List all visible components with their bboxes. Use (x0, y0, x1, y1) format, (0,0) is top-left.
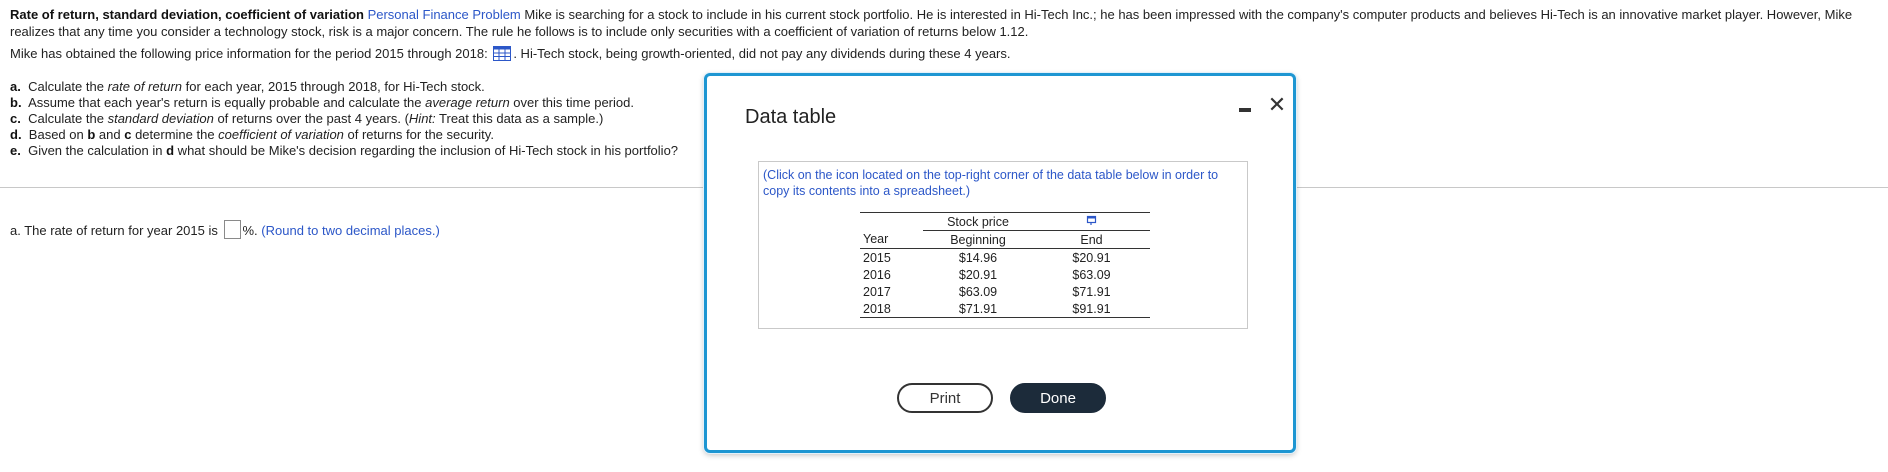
answer-prefix: a. The rate of return for year 2015 is (10, 223, 218, 238)
copy-instruction: (Click on the icon located on the top-ri… (763, 168, 1219, 198)
col-end-header: End (1033, 230, 1150, 249)
task-c: c. Calculate the standard deviation of r… (10, 111, 604, 126)
data-table-icon[interactable] (493, 46, 512, 61)
data-panel: (Click on the icon located on the top-ri… (758, 161, 1248, 329)
dialog-title: Data table (745, 106, 837, 128)
problem-intro: Rate of return, standard deviation, coef… (10, 6, 1870, 40)
done-button[interactable]: Done (1010, 383, 1106, 413)
col-beginning-header: Beginning (923, 230, 1033, 249)
price-info-text: Mike has obtained the following price in… (10, 46, 488, 61)
table-row: 2017 $63.09 $71.91 (863, 284, 1111, 299)
source-link[interactable]: Personal Finance Problem (368, 7, 521, 22)
close-icon[interactable]: ✕ (1266, 93, 1288, 117)
task-a: a. Calculate the rate of return for each… (10, 79, 485, 94)
answer-suffix: %. (242, 223, 258, 238)
intro-text-1: Mike is searching for a stock to include… (524, 7, 1853, 22)
task-list: a. Calculate the rate of return for each… (10, 79, 678, 159)
col-year-header: Year (860, 230, 923, 249)
rate-of-return-input[interactable] (223, 220, 241, 239)
task-e: e. Given the calculation in d what shoul… (10, 143, 679, 158)
problem-title: Rate of return, standard deviation, coef… (10, 7, 364, 22)
task-b: b. Assume that each year's return is equ… (10, 95, 634, 110)
answer-line: a. The rate of return for year 2015 is %… (10, 220, 440, 239)
table-row: 2016 $20.91 $63.09 (863, 267, 1111, 282)
stock-price-header: Stock price (923, 212, 1033, 231)
copy-icon[interactable] (1086, 215, 1098, 226)
table-row: 2018 $71.91 $91.91 (860, 300, 1150, 318)
intro-text-2: realizes that any time you consider a te… (10, 24, 1029, 39)
price-info-text-2: . Hi-Tech stock, being growth-oriented, … (513, 46, 1011, 61)
table-row: 2015 $14.96 $20.91 (863, 250, 1111, 265)
stock-price-table: Stock price Year Beginning End 2015 $14.… (860, 212, 1150, 318)
minimize-icon[interactable] (1237, 99, 1253, 117)
price-info-line: Mike has obtained the following price in… (10, 45, 1011, 62)
task-d: d. Based on b and c determine the coeffi… (10, 127, 494, 142)
print-button[interactable]: Print (897, 383, 993, 413)
rounding-note: (Round to two decimal places.) (261, 223, 440, 238)
data-table-dialog: Data table ✕ (Click on the icon located … (704, 73, 1296, 453)
